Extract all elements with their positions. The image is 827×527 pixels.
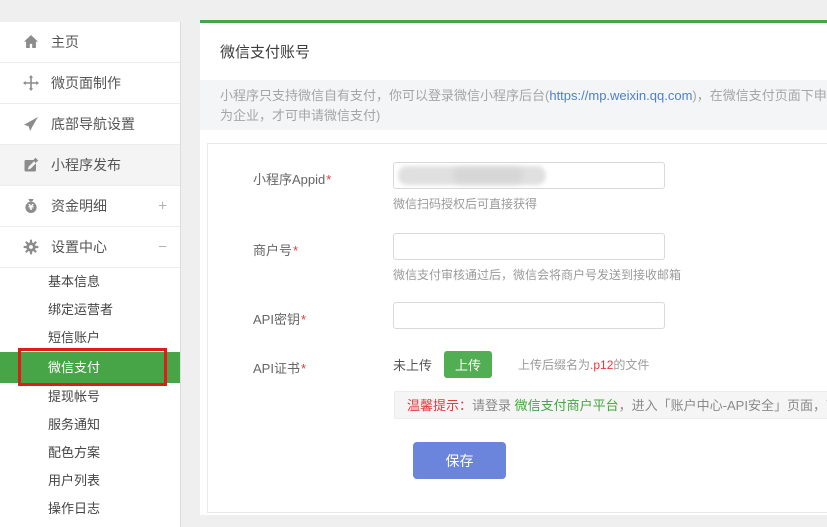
move-icon — [23, 75, 39, 91]
sidebar-item-label: 主页 — [51, 32, 79, 52]
form-row-appid: 小程序Appid* 微信扫码授权后可直接获得 — [208, 162, 827, 212]
sidebar-item-label: 小程序发布 — [51, 155, 121, 175]
banner-text: )，在微信支付页面下申请 — [692, 88, 827, 103]
form-row-merchant-id: 商户号* 微信支付审核通过后，微信会将商户号发送到接收邮箱 — [208, 233, 827, 283]
submenu-item-service-notify[interactable]: 服务通知 — [0, 411, 180, 439]
p12-extension: .p12 — [590, 358, 613, 372]
edit-icon — [23, 157, 39, 173]
api-key-input[interactable] — [393, 302, 665, 329]
warm-tip-label: 温馨提示： — [407, 398, 472, 413]
cert-hint: 上传后缀名为.p12的文件 — [518, 356, 649, 373]
appid-label: 小程序Appid* — [253, 162, 393, 212]
submenu-item-user-list[interactable]: 用户列表 — [0, 467, 180, 495]
settings-submenu: 基本信息 绑定运营者 短信账户 微信支付 提现帐号 服务通知 配色方案 用户列表… — [0, 268, 180, 523]
api-cert-label: API证书* — [253, 351, 393, 378]
required-mark: * — [301, 312, 306, 327]
banner-text: 小程序只支持微信自有支付，你可以登录微信小程序后台( — [220, 88, 549, 103]
moneybag-icon: ¥ — [23, 198, 39, 214]
required-mark: * — [301, 361, 306, 376]
submenu-item-sms-account[interactable]: 短信账户 — [0, 324, 180, 352]
payment-form: 小程序Appid* 微信扫码授权后可直接获得 商户号* 微信支付审核通过后，微信… — [207, 143, 827, 513]
save-row: 保存 — [413, 442, 827, 479]
page-title: 微信支付账号 — [200, 23, 827, 80]
censored-appid-blur — [453, 168, 523, 183]
required-mark: * — [293, 243, 298, 258]
submenu-item-withdraw-account[interactable]: 提现帐号 — [0, 383, 180, 411]
upload-button[interactable]: 上传 — [444, 351, 492, 378]
sidebar-item-settings[interactable]: 设置中心 − — [0, 227, 180, 268]
page: 主页 微页面制作 底部导航设置 小程序发布 — [0, 0, 827, 527]
svg-text:¥: ¥ — [28, 203, 34, 212]
plus-icon[interactable]: + — [158, 198, 167, 215]
info-banner-line1: 小程序只支持微信自有支付，你可以登录微信小程序后台(https://mp.wei… — [220, 86, 827, 106]
required-mark: * — [326, 172, 331, 187]
submenu-item-color-scheme[interactable]: 配色方案 — [0, 439, 180, 467]
sidebar-item-home[interactable]: 主页 — [0, 22, 180, 63]
merchant-platform-link[interactable]: 微信支付商户平台 — [515, 398, 619, 413]
mp-weixin-link[interactable]: https://mp.weixin.qq.com — [549, 88, 692, 103]
sidebar: 主页 微页面制作 底部导航设置 小程序发布 — [0, 22, 181, 527]
sidebar-item-label: 底部导航设置 — [51, 114, 135, 134]
merchant-id-input[interactable] — [393, 233, 665, 260]
form-row-api-key: API密钥* — [208, 302, 827, 329]
sidebar-item-micropage[interactable]: 微页面制作 — [0, 63, 180, 104]
sidebar-item-label: 微页面制作 — [51, 73, 121, 93]
info-banner: 小程序只支持微信自有支付，你可以登录微信小程序后台(https://mp.wei… — [200, 80, 827, 130]
sidebar-item-funds[interactable]: ¥ 资金明细 + — [0, 186, 180, 227]
info-banner-line2: 为企业，才可申请微信支付) — [220, 106, 827, 126]
appid-hint: 微信扫码授权后可直接获得 — [393, 197, 665, 212]
merchant-id-label: 商户号* — [253, 233, 393, 283]
notice-row: 温馨提示：请登录 微信支付商户平台，进入「账户中心-API安全」页面，下载 — [394, 391, 827, 419]
cert-status: 未上传 — [393, 355, 432, 374]
content-card: 微信支付账号 小程序只支持微信自有支付，你可以登录微信小程序后台(https:/… — [200, 20, 827, 515]
submenu-item-basic-info[interactable]: 基本信息 — [0, 268, 180, 296]
submenu-item-bind-operator[interactable]: 绑定运营者 — [0, 296, 180, 324]
sidebar-item-miniprogram-publish[interactable]: 小程序发布 — [0, 145, 180, 186]
save-button[interactable]: 保存 — [413, 442, 506, 479]
api-key-label: API密钥* — [253, 302, 393, 329]
form-row-api-cert: API证书* 未上传 上传 上传后缀名为.p12的文件 — [208, 351, 827, 378]
sidebar-item-label: 设置中心 — [51, 237, 107, 257]
submenu-item-wechat-pay[interactable]: 微信支付 — [0, 352, 180, 383]
minus-icon[interactable]: − — [158, 239, 167, 256]
sidebar-item-label: 资金明细 — [51, 196, 107, 216]
gear-icon — [23, 239, 39, 255]
warm-tip: 温馨提示：请登录 微信支付商户平台，进入「账户中心-API安全」页面，下载 — [394, 391, 827, 419]
merchant-id-hint: 微信支付审核通过后，微信会将商户号发送到接收邮箱 — [393, 268, 681, 283]
submenu-item-operation-log[interactable]: 操作日志 — [0, 495, 180, 523]
sidebar-item-bottom-nav[interactable]: 底部导航设置 — [0, 104, 180, 145]
home-icon — [23, 34, 39, 50]
send-icon — [23, 116, 39, 132]
